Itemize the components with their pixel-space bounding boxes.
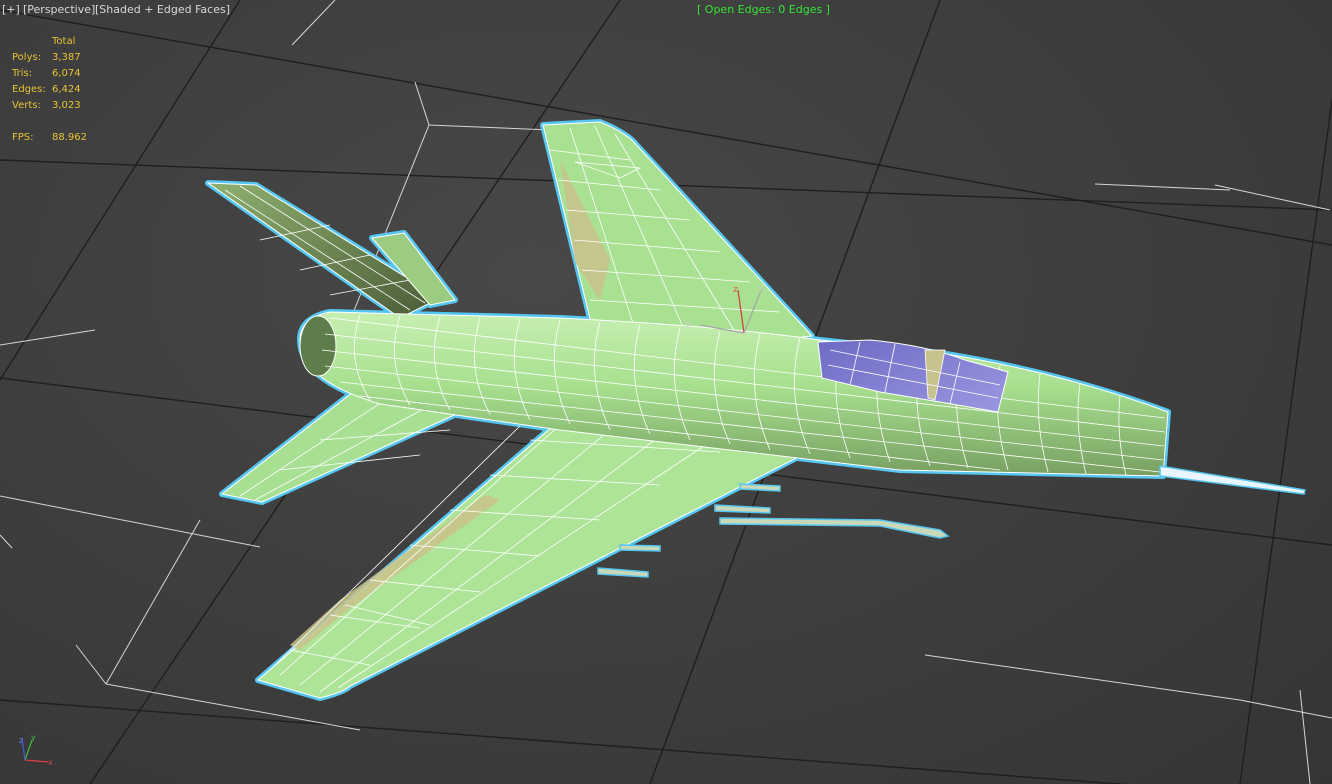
stats-value: 6,074 [52, 68, 81, 79]
stats-label: Edges: [12, 84, 46, 95]
stats-header: Total [52, 36, 76, 47]
stats-row-edges: Edges: 6,424 [12, 82, 132, 98]
stats-value: 6,424 [52, 84, 81, 95]
viewport-scene[interactable]: z y x x y z [0, 0, 1332, 784]
stats-value: 3,023 [52, 100, 81, 111]
pivot-y-label: y [758, 283, 764, 293]
viewport-menu-button[interactable]: [+] [2, 3, 20, 16]
f100-aircraft-model[interactable]: z y x [205, 119, 1306, 701]
stats-row-tris: Tris: 6,074 [12, 66, 132, 82]
statistics-overlay: Total Polys: 3,387 Tris: 6,074 Edges: 6,… [12, 34, 132, 146]
fps-value: 88.962 [52, 132, 87, 143]
axis-tripod: x y z [19, 733, 53, 767]
stats-row-fps: FPS: 88.962 [12, 130, 132, 146]
axis-z-label: z [19, 736, 23, 745]
stats-row-polys: Polys: 3,387 [12, 50, 132, 66]
stats-label: Verts: [12, 100, 41, 111]
point-of-view-label[interactable]: [Perspective] [23, 3, 95, 16]
perspective-viewport[interactable]: z y x x y z [+] [Perspective] [Shaded + … [0, 0, 1332, 784]
stats-row-verts: Verts: 3,023 [12, 98, 132, 114]
open-edges-indicator: [ Open Edges: 0 Edges ] [697, 3, 830, 16]
pivot-x-label: x [686, 320, 692, 330]
pivot-z-label: z [733, 285, 738, 295]
axis-x-label: x [48, 758, 53, 767]
shading-mode-label[interactable]: [Shaded + Edged Faces] [95, 3, 230, 16]
pitot-probe [1159, 465, 1306, 495]
axis-y-label: y [31, 733, 36, 742]
stats-label: Tris: [12, 68, 33, 79]
stats-value: 3,387 [52, 52, 81, 63]
fps-label: FPS: [12, 132, 34, 143]
stats-label: Polys: [12, 52, 42, 63]
